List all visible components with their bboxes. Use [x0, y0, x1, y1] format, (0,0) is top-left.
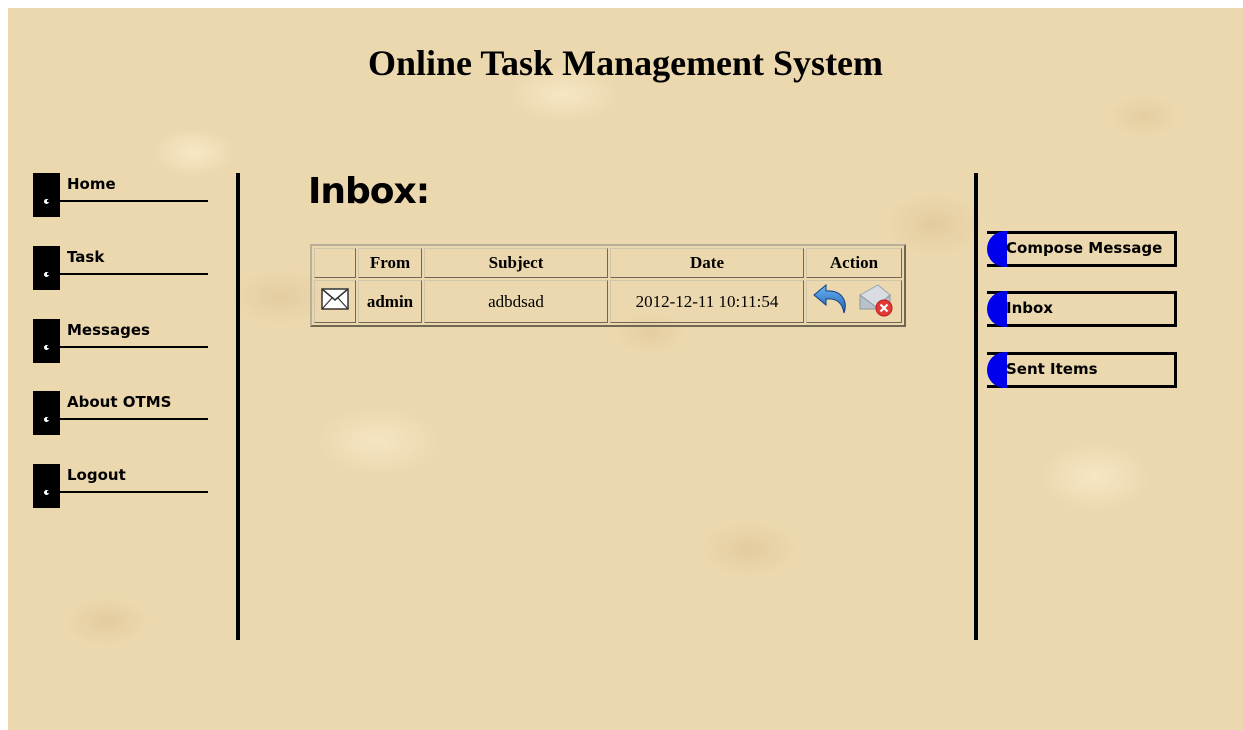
column-header-subject: Subject — [424, 248, 608, 278]
nav-task[interactable]: Task — [33, 246, 208, 290]
message-actions — [806, 280, 902, 323]
page-title: Online Task Management System — [367, 43, 884, 83]
inbox-heading: Inbox: — [308, 171, 430, 212]
column-header-from: From — [358, 248, 422, 278]
nav-logout-label: Logout — [67, 466, 126, 484]
nav-about-label: About OTMS — [67, 393, 172, 411]
page-background: Online Task Management System Home Task … — [8, 8, 1243, 730]
nav-underline — [47, 346, 208, 348]
tab-cap-icon — [987, 291, 1007, 327]
right-divider — [974, 173, 978, 640]
nav-home[interactable]: Home — [33, 173, 208, 217]
nav-bullet-icon — [33, 391, 60, 435]
nav-bullet-icon — [33, 173, 60, 217]
nav-underline — [47, 491, 208, 493]
delete-mail-icon[interactable] — [856, 281, 896, 322]
inbox-label: Inbox — [1006, 299, 1053, 317]
nav-home-label: Home — [67, 175, 116, 193]
message-subject[interactable]: adbdsad — [424, 280, 608, 323]
tab-cap-icon — [987, 352, 1007, 388]
table-row[interactable]: admin adbdsad 2012-12-11 10:11:54 — [314, 280, 902, 323]
message-icon-cell — [314, 280, 356, 323]
message-from[interactable]: admin — [358, 280, 422, 323]
column-header-action: Action — [806, 248, 902, 278]
envelope-icon[interactable] — [321, 288, 349, 315]
nav-about[interactable]: About OTMS — [33, 391, 208, 435]
reply-icon[interactable] — [812, 281, 852, 322]
table-header-row: From Subject Date Action — [314, 248, 902, 278]
inbox-button[interactable]: Inbox — [987, 291, 1177, 327]
inbox-table: From Subject Date Action admin adbdsad 2… — [310, 244, 906, 327]
column-header-icon — [314, 248, 356, 278]
nav-underline — [47, 200, 208, 202]
nav-bullet-icon — [33, 319, 60, 363]
sent-items-button[interactable]: Sent Items — [987, 352, 1177, 388]
nav-messages-label: Messages — [67, 321, 150, 339]
nav-task-label: Task — [67, 248, 105, 266]
nav-underline — [47, 273, 208, 275]
compose-message-button[interactable]: Compose Message — [987, 231, 1177, 267]
nav-bullet-icon — [33, 246, 60, 290]
column-header-date: Date — [610, 248, 804, 278]
tab-cap-icon — [987, 231, 1007, 267]
compose-message-label: Compose Message — [1006, 239, 1163, 257]
nav-bullet-icon — [33, 464, 60, 508]
message-date: 2012-12-11 10:11:54 — [610, 280, 804, 323]
nav-underline — [47, 418, 208, 420]
nav-logout[interactable]: Logout — [33, 464, 208, 508]
sent-items-label: Sent Items — [1006, 360, 1098, 378]
left-divider — [236, 173, 240, 640]
nav-messages[interactable]: Messages — [33, 319, 208, 363]
